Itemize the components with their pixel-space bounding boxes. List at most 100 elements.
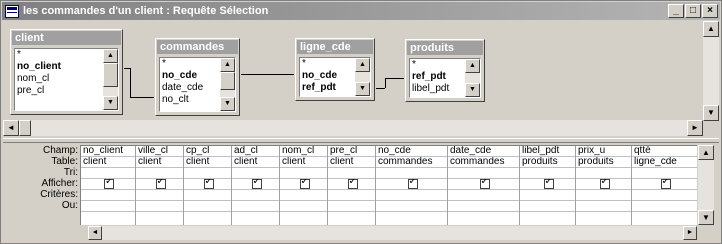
minimize-button[interactable]: _ <box>668 4 684 18</box>
cell-criteres[interactable] <box>448 190 519 201</box>
cell-ou[interactable] <box>576 201 631 212</box>
scroll-up-arrow-icon[interactable]: ▲ <box>355 58 370 72</box>
field-item-key[interactable]: no_client <box>17 61 102 73</box>
field-item-key[interactable]: no_cde <box>162 70 219 82</box>
cell-afficher[interactable] <box>328 179 375 190</box>
grid-vertical-scrollbar[interactable]: ▲ ▼ <box>698 145 714 225</box>
cell-tri[interactable] <box>520 168 575 179</box>
cell-tri[interactable] <box>376 168 447 179</box>
cell-champ[interactable]: no_client <box>81 146 135 157</box>
cell-champ[interactable]: ville_cl <box>136 146 183 157</box>
cell-champ[interactable]: qtté <box>632 146 697 157</box>
cell-table[interactable]: ligne_cde <box>632 157 697 168</box>
table-pane-horizontal-scrollbar[interactable]: ◄ ► <box>3 120 703 136</box>
field-item[interactable]: * <box>17 49 102 61</box>
scroll-down-arrow-icon[interactable]: ▼ <box>103 96 118 110</box>
table-title-ligne-cde[interactable]: ligne_cde <box>297 40 373 54</box>
field-item[interactable]: * <box>302 58 354 70</box>
scroll-up-arrow-icon[interactable]: ▲ <box>698 145 714 160</box>
table-box-client[interactable]: client * no_client nom_cl pre_cl ▲ ▼ <box>10 29 123 115</box>
grid-column[interactable]: pre_cl client <box>328 146 376 225</box>
grid-column[interactable]: qtté ligne_cde <box>632 146 697 225</box>
cell-champ[interactable]: no_cde <box>376 146 447 157</box>
cell-champ[interactable]: ad_cl <box>232 146 279 157</box>
scroll-left-arrow-icon[interactable]: ◄ <box>88 226 102 240</box>
show-checkbox[interactable] <box>203 179 214 189</box>
table-box-ligne-cde[interactable]: ligne_cde * no_cde ref_pdt ▲ ▼ <box>295 38 375 101</box>
grid-column[interactable]: nom_cl client <box>280 146 328 225</box>
cell-criteres[interactable] <box>632 190 697 201</box>
cell-criteres[interactable] <box>328 190 375 201</box>
cell-ou[interactable] <box>81 201 135 212</box>
table-box-commandes[interactable]: commandes * no_cde date_cde no_clt ▲ ▼ <box>155 38 240 116</box>
scroll-down-arrow-icon[interactable]: ▼ <box>698 210 714 225</box>
grid-column[interactable]: ad_cl client <box>232 146 280 225</box>
table-title-commandes[interactable]: commandes <box>157 40 238 54</box>
scroll-right-arrow-icon[interactable]: ► <box>687 120 703 136</box>
grid-column[interactable]: prix_u produits <box>576 146 632 225</box>
cell-criteres[interactable] <box>136 190 183 201</box>
field-item[interactable]: libel_pdt <box>412 83 464 95</box>
scroll-down-arrow-icon[interactable]: ▼ <box>220 97 235 111</box>
field-list-scrollbar[interactable]: ▲ ▼ <box>355 58 370 96</box>
cell-criteres[interactable] <box>232 190 279 201</box>
cell-tri[interactable] <box>280 168 327 179</box>
field-list-client[interactable]: * no_client nom_cl pre_cl ▲ ▼ <box>14 48 119 111</box>
scroll-up-arrow-icon[interactable]: ▲ <box>103 49 118 63</box>
cell-champ[interactable]: pre_cl <box>328 146 375 157</box>
cell-table[interactable]: client <box>328 157 375 168</box>
cell-champ[interactable]: nom_cl <box>280 146 327 157</box>
scroll-thumb[interactable] <box>19 120 31 136</box>
cell-tri[interactable] <box>81 168 135 179</box>
scroll-thumb[interactable] <box>220 72 235 90</box>
cell-tri[interactable] <box>632 168 697 179</box>
grid-column[interactable]: ville_cl client <box>136 146 184 225</box>
field-item-key[interactable]: ref_pdt <box>412 71 464 83</box>
field-list-scrollbar[interactable]: ▲ ▼ <box>103 49 118 110</box>
cell-table[interactable]: client <box>136 157 183 168</box>
field-list-commandes[interactable]: * no_cde date_cde no_clt ▲ ▼ <box>159 57 236 112</box>
show-checkbox[interactable] <box>299 179 310 189</box>
cell-tri[interactable] <box>232 168 279 179</box>
field-item-key[interactable]: no_cde <box>302 70 354 82</box>
scroll-up-arrow-icon[interactable]: ▲ <box>220 58 235 72</box>
cell-ou[interactable] <box>232 201 279 212</box>
grid-columns[interactable]: no_clientclientville_clclientcp_clclient… <box>80 145 697 225</box>
cell-champ[interactable]: prix_u <box>576 146 631 157</box>
cell-criteres[interactable] <box>280 190 327 201</box>
grid-column[interactable]: libel_pdt produits <box>520 146 576 225</box>
cell-afficher[interactable] <box>280 179 327 190</box>
grid-column[interactable]: no_cde commandes <box>376 146 448 225</box>
show-checkbox[interactable] <box>479 179 490 189</box>
field-item-key[interactable]: ref_pdt <box>302 82 354 94</box>
cell-tri[interactable] <box>576 168 631 179</box>
show-checkbox[interactable] <box>599 179 610 189</box>
cell-tri[interactable] <box>136 168 183 179</box>
field-list-scrollbar[interactable]: ▲ ▼ <box>220 58 235 111</box>
table-box-produits[interactable]: produits * ref_pdt libel_pdt ▲ ▼ <box>405 39 485 102</box>
cell-ou[interactable] <box>184 201 231 212</box>
cell-afficher[interactable] <box>136 179 183 190</box>
show-checkbox[interactable] <box>155 179 166 189</box>
scroll-right-arrow-icon[interactable]: ► <box>683 226 697 240</box>
close-button[interactable]: × <box>702 4 718 18</box>
cell-table[interactable]: client <box>81 157 135 168</box>
cell-table[interactable]: client <box>184 157 231 168</box>
scroll-up-arrow-icon[interactable]: ▲ <box>703 21 719 37</box>
table-pane[interactable]: client * no_client nom_cl pre_cl ▲ ▼ com… <box>3 21 719 136</box>
field-list-scrollbar[interactable]: ▲ ▼ <box>465 59 480 97</box>
cell-table[interactable]: client <box>232 157 279 168</box>
show-checkbox[interactable] <box>660 179 671 189</box>
scroll-left-arrow-icon[interactable]: ◄ <box>3 120 19 136</box>
table-title-client[interactable]: client <box>12 31 121 45</box>
table-pane-vertical-scrollbar[interactable]: ▲ ▼ <box>703 21 719 121</box>
cell-afficher[interactable] <box>520 179 575 190</box>
cell-table[interactable]: produits <box>520 157 575 168</box>
title-bar[interactable]: les commandes d'un client : Requête Séle… <box>2 2 720 20</box>
cell-afficher[interactable] <box>632 179 697 190</box>
cell-table[interactable]: client <box>280 157 327 168</box>
field-item[interactable]: no_clt <box>162 94 219 106</box>
field-item[interactable]: * <box>162 58 219 70</box>
cell-afficher[interactable] <box>376 179 447 190</box>
scroll-down-arrow-icon[interactable]: ▼ <box>355 82 370 96</box>
